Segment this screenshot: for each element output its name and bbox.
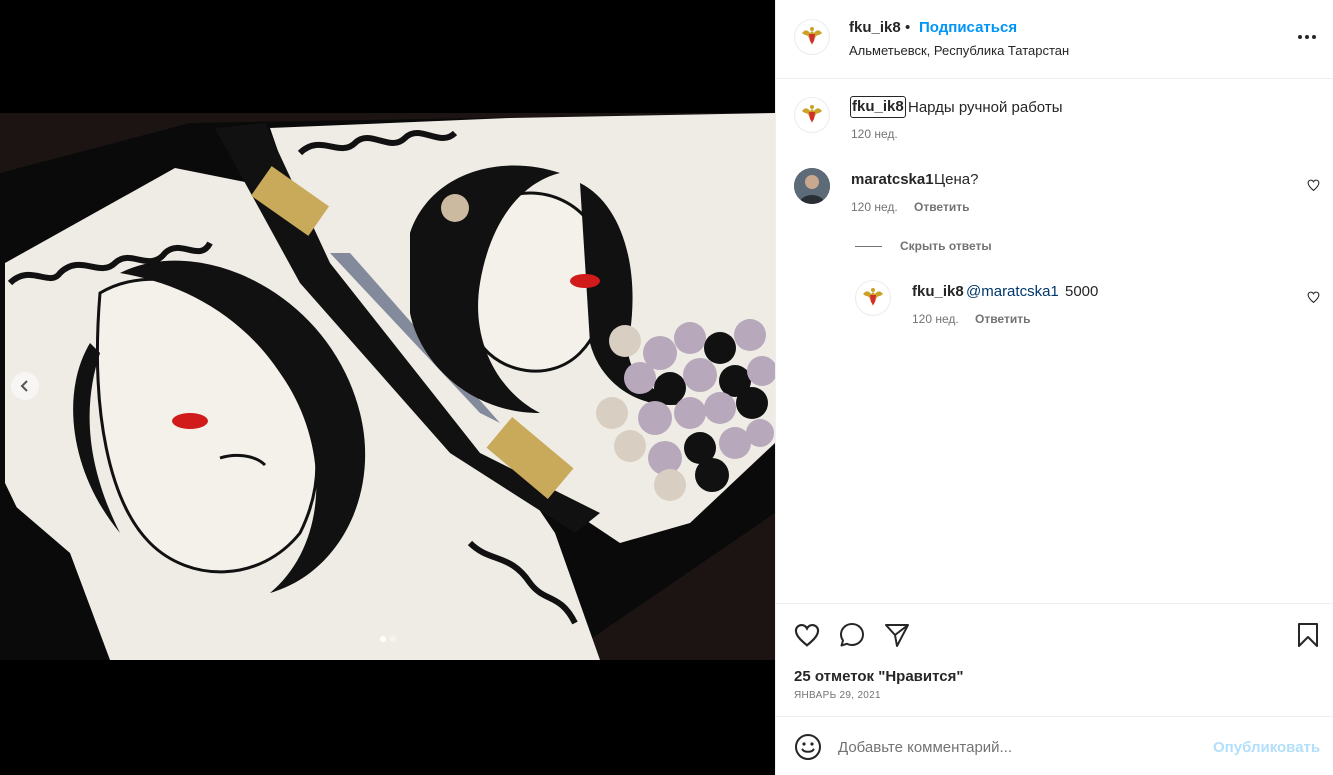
heart-icon [1307, 179, 1320, 192]
reply-like-button[interactable] [1307, 290, 1323, 306]
avatar[interactable] [855, 280, 891, 316]
emoji-icon [795, 734, 821, 760]
more-horizontal-icon [1298, 35, 1316, 39]
carousel-dot [390, 636, 396, 642]
carousel-indicator [380, 636, 396, 642]
comments-section: fku_ik8 Нарды ручной работы 120 нед. mar… [776, 80, 1333, 603]
avatar[interactable] [794, 97, 830, 133]
save-button[interactable] [1294, 621, 1322, 649]
post-side-panel: fku_ik8 • Подписаться Альметьевск, Респу… [775, 0, 1333, 775]
post-date[interactable]: ЯНВАРЬ 29, 2021 [794, 690, 881, 701]
carousel-prev-button[interactable] [11, 372, 39, 400]
comment-button[interactable] [838, 621, 866, 649]
post-actions: 25 отметок "Нравится" ЯНВАРЬ 29, 2021 [776, 603, 1333, 716]
post-author-username[interactable]: fku_ik8 [849, 19, 901, 36]
comment-text: Цена? [934, 171, 979, 188]
reply-button[interactable]: Ответить [914, 200, 969, 214]
share-icon [885, 624, 909, 647]
comment-username[interactable]: maratcska1 [851, 171, 934, 188]
post-location[interactable]: Альметьевск, Республика Татарстан [849, 43, 1069, 58]
more-options-button[interactable] [1294, 24, 1320, 50]
likes-count[interactable]: 25 отметок "Нравится" [794, 668, 963, 685]
hide-replies-button[interactable]: Скрыть ответы [900, 239, 992, 253]
publish-button[interactable]: Опубликовать [1213, 739, 1320, 756]
post-modal: fku_ik8 • Подписаться Альметьевск, Респу… [0, 0, 1333, 775]
bookmark-icon [1298, 623, 1318, 647]
avatar[interactable] [794, 19, 830, 55]
chevron-left-icon [20, 380, 28, 392]
post-header: fku_ik8 • Подписаться Альметьевск, Респу… [776, 0, 1333, 79]
add-comment-bar: Опубликовать [776, 716, 1333, 775]
emblem-icon [802, 105, 822, 123]
reply-username[interactable]: fku_ik8 [912, 283, 964, 300]
emblem-icon [802, 27, 822, 45]
carousel-dot-active [380, 636, 386, 642]
user-photo-icon [794, 168, 830, 204]
separator-dot: • [905, 19, 911, 36]
caption-text: Нарды ручной работы [908, 99, 1063, 116]
heart-icon [794, 623, 820, 647]
comment-like-button[interactable] [1307, 178, 1323, 194]
comment-input[interactable] [838, 734, 1198, 760]
avatar[interactable] [794, 168, 830, 204]
caption-timestamp[interactable]: 120 нед. [851, 127, 898, 141]
reply-mention-link[interactable]: @maratcska1 [966, 283, 1059, 300]
comment-timestamp[interactable]: 120 нед. [851, 200, 898, 214]
reply-timestamp[interactable]: 120 нед. [912, 312, 959, 326]
post-photo[interactable] [0, 113, 775, 660]
like-button[interactable] [793, 621, 821, 649]
comment-icon [840, 623, 864, 647]
share-button[interactable] [883, 621, 911, 649]
caption-username[interactable]: fku_ik8 [850, 96, 906, 118]
emblem-icon [863, 288, 883, 306]
post-media [0, 0, 775, 775]
heart-icon [1307, 291, 1320, 304]
reply-text: 5000 [1065, 283, 1099, 300]
emoji-button[interactable] [794, 733, 822, 761]
divider [855, 246, 882, 247]
reply-button[interactable]: Ответить [975, 312, 1030, 326]
follow-button[interactable]: Подписаться [919, 19, 1017, 36]
